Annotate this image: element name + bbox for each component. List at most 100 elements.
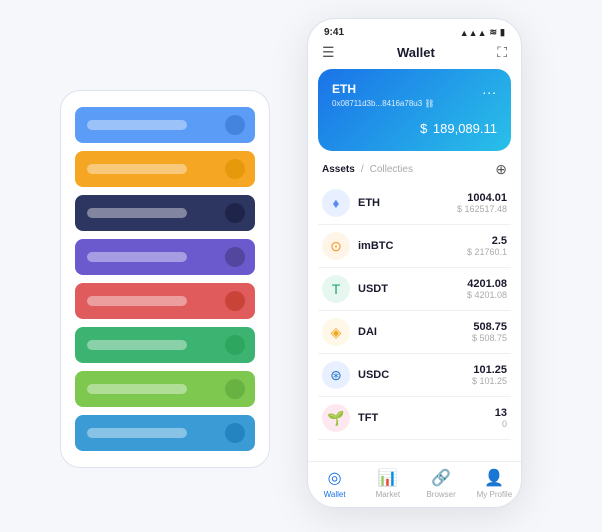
stack-card-bar-2	[87, 208, 187, 218]
nav-icon-wallet: ◎	[328, 468, 342, 488]
scan-icon[interactable]: ⛶	[497, 44, 507, 61]
asset-amount-usd: 0	[495, 419, 507, 429]
stack-card-7[interactable]	[75, 415, 255, 451]
asset-name-eth: ETH	[358, 197, 457, 209]
asset-list: ♦ ETH1004.01$ 162517.48 ⊙ imBTC2.5$ 21760.1…	[308, 182, 521, 461]
asset-amount-usd: $ 101.25	[472, 376, 507, 386]
assets-header: Assets / Collecties ⊕	[308, 159, 521, 182]
asset-icon-usdc: ⊛	[322, 361, 350, 389]
nav-label-market: Market	[376, 490, 400, 499]
card-menu-dots[interactable]: ...	[482, 81, 497, 97]
nav-item-browser[interactable]: 🔗 Browser	[415, 468, 468, 499]
nav-item-my-profile[interactable]: 👤 My Profile	[468, 468, 521, 499]
status-icons: ▲▲▲ ≋ ▮	[460, 27, 505, 38]
signal-icon: ▲▲▲	[460, 28, 487, 38]
asset-amount-primary: 13	[495, 407, 507, 419]
asset-item-usdc[interactable]: ⊛ USDC101.25$ 101.25	[318, 354, 511, 397]
stack-card-bar-0	[87, 120, 187, 130]
asset-name-usdc: USDC	[358, 369, 472, 381]
asset-icon-imbtc: ⊙	[322, 232, 350, 260]
stack-card-3[interactable]	[75, 239, 255, 275]
asset-item-dai[interactable]: ◈ DAI508.75$ 508.75	[318, 311, 511, 354]
balance-amount: 189,089.11	[433, 121, 497, 136]
asset-name-usdt: USDT	[358, 283, 467, 295]
nav-icon-browser: 🔗	[431, 468, 451, 488]
wifi-icon: ≋	[490, 27, 498, 38]
stack-card-dot-3	[225, 247, 245, 267]
stack-card-1[interactable]	[75, 151, 255, 187]
asset-amounts-usdt: 4201.08$ 4201.08	[467, 278, 507, 300]
stack-card-dot-7	[225, 423, 245, 443]
page-title: Wallet	[397, 45, 435, 60]
asset-icon-eth: ♦	[322, 189, 350, 217]
asset-amount-primary: 1004.01	[457, 192, 507, 204]
stack-card-dot-0	[225, 115, 245, 135]
asset-item-imbtc[interactable]: ⊙ imBTC2.5$ 21760.1	[318, 225, 511, 268]
asset-icon-usdt: T	[322, 275, 350, 303]
stack-card-6[interactable]	[75, 371, 255, 407]
eth-wallet-card[interactable]: ETH ... 0x08711d3b...8416a78u3 ⛓ $ 189,0…	[318, 69, 511, 151]
battery-icon: ▮	[500, 27, 505, 38]
top-nav: ☰ Wallet ⛶	[308, 42, 521, 69]
wallet-address: 0x08711d3b...8416a78u3 ⛓	[332, 99, 497, 108]
stack-card-dot-6	[225, 379, 245, 399]
status-time: 9:41	[324, 27, 344, 38]
nav-icon-my-profile: 👤	[484, 468, 504, 488]
stack-card-5[interactable]	[75, 327, 255, 363]
asset-amount-primary: 2.5	[467, 235, 507, 247]
stack-card-2[interactable]	[75, 195, 255, 231]
nav-label-wallet: Wallet	[324, 490, 346, 499]
asset-name-imbtc: imBTC	[358, 240, 467, 252]
menu-icon[interactable]: ☰	[322, 44, 335, 61]
nav-label-browser: Browser	[426, 490, 455, 499]
stack-card-dot-2	[225, 203, 245, 223]
bottom-nav: ◎ Wallet 📊 Market 🔗 Browser 👤 My Profile	[308, 461, 521, 507]
asset-item-eth[interactable]: ♦ ETH1004.01$ 162517.48	[318, 182, 511, 225]
stack-card-4[interactable]	[75, 283, 255, 319]
stack-card-bar-4	[87, 296, 187, 306]
card-header: ETH ...	[332, 81, 497, 97]
stack-card-bar-7	[87, 428, 187, 438]
tab-separator: /	[361, 164, 364, 175]
asset-name-tft: TFT	[358, 412, 495, 424]
asset-amount-primary: 508.75	[472, 321, 507, 333]
nav-label-my-profile: My Profile	[477, 490, 513, 499]
asset-amount-primary: 101.25	[472, 364, 507, 376]
asset-amount-usd: $ 21760.1	[467, 247, 507, 257]
asset-item-tft[interactable]: 🌱 TFT130	[318, 397, 511, 440]
asset-amounts-dai: 508.75$ 508.75	[472, 321, 507, 343]
asset-amount-usd: $ 508.75	[472, 333, 507, 343]
asset-amounts-imbtc: 2.5$ 21760.1	[467, 235, 507, 257]
asset-amount-primary: 4201.08	[467, 278, 507, 290]
card-coin-label: ETH	[332, 82, 356, 96]
asset-amount-usd: $ 162517.48	[457, 204, 507, 214]
stack-card-dot-4	[225, 291, 245, 311]
add-asset-button[interactable]: ⊕	[495, 161, 507, 178]
tab-assets[interactable]: Assets	[322, 164, 355, 175]
asset-icon-tft: 🌱	[322, 404, 350, 432]
asset-icon-dai: ◈	[322, 318, 350, 346]
stack-card-dot-1	[225, 159, 245, 179]
nav-item-market[interactable]: 📊 Market	[361, 468, 414, 499]
nav-item-wallet[interactable]: ◎ Wallet	[308, 468, 361, 499]
asset-amount-usd: $ 4201.08	[467, 290, 507, 300]
stack-card-dot-5	[225, 335, 245, 355]
phone-frame: 9:41 ▲▲▲ ≋ ▮ ☰ Wallet ⛶ ETH ... 0x08711d…	[307, 18, 522, 508]
assets-tabs: Assets / Collecties	[322, 164, 413, 175]
nav-icon-market: 📊	[378, 468, 398, 488]
stack-card-bar-6	[87, 384, 187, 394]
asset-amounts-eth: 1004.01$ 162517.48	[457, 192, 507, 214]
stack-card-bar-1	[87, 164, 187, 174]
currency-symbol: $	[420, 121, 427, 136]
asset-amounts-usdc: 101.25$ 101.25	[472, 364, 507, 386]
stack-card-0[interactable]	[75, 107, 255, 143]
wallet-balance: $ 189,089.11	[332, 116, 497, 139]
tab-collecties[interactable]: Collecties	[370, 164, 413, 175]
stack-card-bar-3	[87, 252, 187, 262]
status-bar: 9:41 ▲▲▲ ≋ ▮	[308, 19, 521, 42]
card-stack	[60, 90, 270, 468]
stack-card-bar-5	[87, 340, 187, 350]
asset-item-usdt[interactable]: T USDT4201.08$ 4201.08	[318, 268, 511, 311]
asset-name-dai: DAI	[358, 326, 472, 338]
asset-amounts-tft: 130	[495, 407, 507, 429]
